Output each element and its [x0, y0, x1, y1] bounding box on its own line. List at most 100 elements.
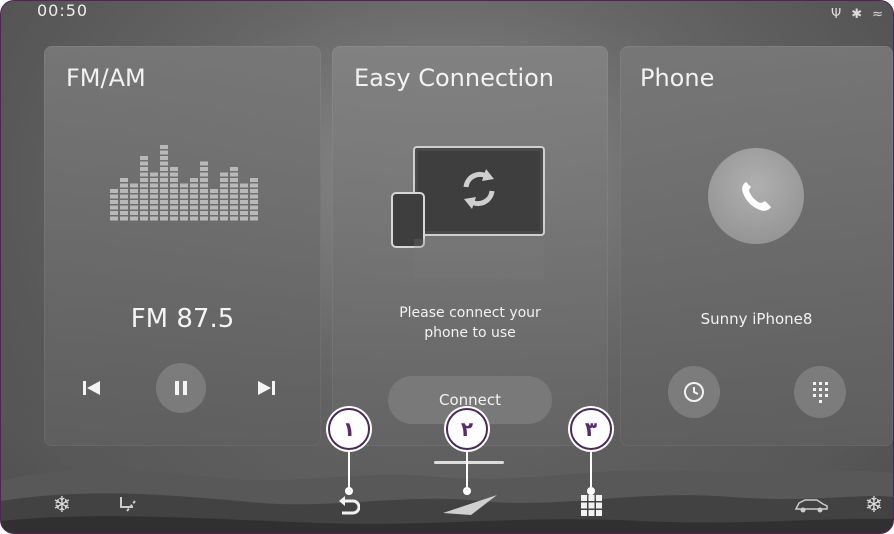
equalizer-segment: [170, 183, 178, 188]
equalizer-segment: [240, 194, 248, 199]
equalizer-segment: [140, 211, 148, 215]
equalizer-segment: [220, 211, 228, 215]
equalizer-segment: [110, 205, 118, 210]
phone-card-title: Phone: [640, 64, 715, 92]
equalizer-segment: [230, 189, 238, 193]
phone-screen-mirroring-icon: [391, 146, 545, 279]
callout-dot-2: [463, 487, 471, 495]
equalizer-segment: [120, 183, 128, 188]
message-line-2: phone to use: [424, 325, 516, 341]
equalizer-segment: [160, 172, 168, 177]
callout-1: ١: [328, 408, 370, 450]
equalizer-segment: [160, 167, 168, 171]
previous-icon: [83, 381, 100, 395]
equalizer-segment: [200, 167, 208, 171]
call-button[interactable]: [708, 148, 804, 244]
keypad-icon: [813, 382, 828, 403]
equalizer-segment: [110, 194, 118, 199]
equalizer-segment: [160, 145, 168, 149]
equalizer-segment: [140, 200, 148, 204]
equalizer-segment: [200, 205, 208, 210]
car-icon: [794, 499, 828, 513]
equalizer-segment: [220, 183, 228, 188]
equalizer-segment: [130, 194, 138, 199]
equalizer-segment: [210, 200, 218, 204]
equalizer-segment: [240, 211, 248, 215]
pause-icon: [175, 381, 187, 395]
navigation-button[interactable]: [441, 489, 501, 521]
equalizer-segment: [140, 205, 148, 210]
equalizer-segment: [230, 172, 238, 177]
climate-fan-icon[interactable]: ❄: [49, 489, 75, 521]
wifi-icon: ≈: [872, 7, 883, 22]
equalizer-segment: [220, 178, 228, 182]
keypad-button[interactable]: [794, 366, 846, 418]
next-track-button[interactable]: [246, 366, 286, 410]
equalizer-segment: [220, 205, 228, 210]
equalizer-segment: [220, 189, 228, 193]
equalizer-segment: [200, 183, 208, 188]
equalizer-segment: [210, 216, 218, 221]
equalizer-segment: [160, 183, 168, 188]
equalizer-graphic: [110, 145, 258, 221]
equalizer-segment: [200, 172, 208, 177]
fan-icon[interactable]: ❄: [861, 489, 887, 521]
pause-button[interactable]: [156, 363, 206, 413]
recent-calls-button[interactable]: [668, 366, 720, 418]
equalizer-segment: [200, 216, 208, 221]
equalizer-segment: [220, 194, 228, 199]
equalizer-segment: [190, 216, 198, 221]
equalizer-segment: [160, 216, 168, 221]
previous-track-button[interactable]: [72, 366, 112, 410]
radio-card-title: FM/AM: [66, 64, 146, 92]
equalizer-segment: [240, 216, 248, 221]
head-unit-screen: 00:50 Ψ ✱ ≈ FM/AM FM 87.5 Easy Connectio…: [0, 0, 894, 534]
equalizer-segment: [160, 200, 168, 204]
equalizer-segment: [140, 172, 148, 177]
equalizer-segment: [150, 216, 158, 221]
seat-airflow-icon[interactable]: [113, 489, 141, 521]
bluetooth-icon: ✱: [851, 7, 863, 22]
usb-icon: Ψ: [830, 7, 842, 22]
recent-calls-icon: [684, 382, 704, 402]
message-line-1: Please connect your: [399, 305, 541, 321]
car-settings-button[interactable]: [791, 489, 831, 521]
equalizer-segment: [190, 183, 198, 188]
equalizer-segment: [180, 216, 188, 221]
all-menus-icon: [581, 495, 602, 516]
equalizer-segment: [190, 211, 198, 215]
equalizer-segment: [140, 161, 148, 166]
callout-3: ٣: [570, 408, 612, 450]
equalizer-segment: [180, 194, 188, 199]
equalizer-segment: [110, 216, 118, 221]
equalizer-segment: [110, 189, 118, 193]
equalizer-segment: [130, 189, 138, 193]
status-time: 00:50: [37, 1, 89, 20]
equalizer-segment: [170, 167, 178, 171]
equalizer-segment: [160, 178, 168, 182]
equalizer-segment: [200, 178, 208, 182]
phone-card[interactable]: Phone Sunny iPhone8: [620, 46, 893, 446]
equalizer-segment: [120, 200, 128, 204]
equalizer-segment: [180, 211, 188, 215]
equalizer-segment: [120, 216, 128, 221]
equalizer-segment: [150, 183, 158, 188]
equalizer-segment: [140, 183, 148, 188]
equalizer-segment: [140, 167, 148, 171]
connected-device-name: Sunny iPhone8: [700, 310, 813, 328]
equalizer-segment: [120, 194, 128, 199]
equalizer-segment: [190, 178, 198, 182]
equalizer-segment: [170, 200, 178, 204]
equalizer-segment: [230, 167, 238, 171]
equalizer-segment: [240, 183, 248, 188]
back-icon: [339, 496, 360, 515]
callout-2: ٢: [446, 408, 488, 450]
status-icons: Ψ ✱ ≈: [831, 7, 883, 22]
equalizer-segment: [230, 205, 238, 210]
easy-connection-message: Please connect your phone to use: [332, 303, 608, 343]
equalizer-segment: [200, 161, 208, 166]
radio-card[interactable]: FM/AM FM 87.5: [44, 46, 321, 446]
equalizer-segment: [240, 189, 248, 193]
easy-connection-card[interactable]: Easy Connection Please connect your phon…: [332, 46, 608, 446]
equalizer-segment: [180, 183, 188, 188]
